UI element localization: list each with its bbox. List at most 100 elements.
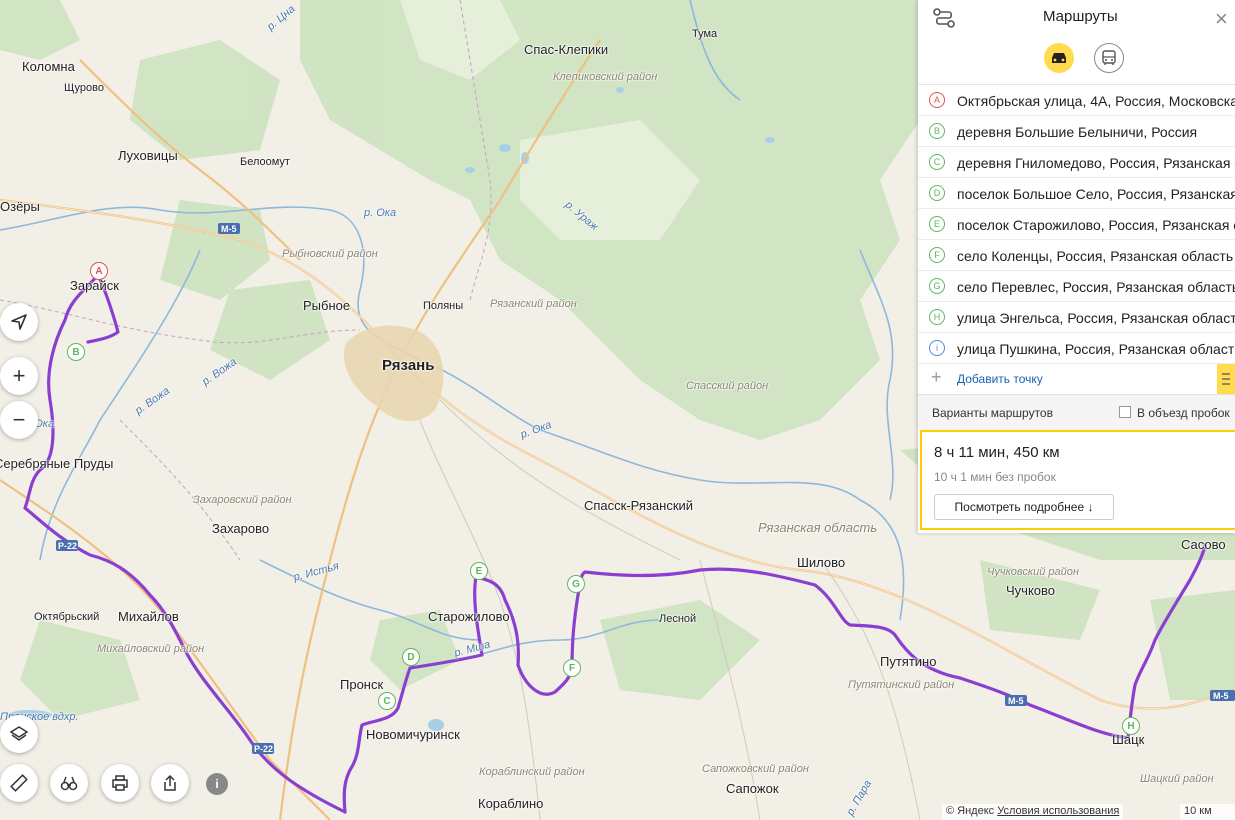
route-point-text[interactable]: улица Пушкина, Россия, Рязанская область [957, 341, 1235, 357]
waypoint-marker-d[interactable]: D [402, 648, 420, 666]
variants-label: Варианты маршрутов [932, 406, 1053, 420]
route-time-distance: 8 ч 11 мин, 450 км [934, 444, 1060, 461]
route-no-traffic-time: 10 ч 1 мин без пробок [934, 470, 1056, 484]
waypoint-marker-h[interactable]: H [1122, 717, 1140, 735]
route-point-h[interactable]: Hулица Энгельса, Россия, Рязанская облас… [918, 302, 1235, 333]
printer-icon [112, 775, 128, 791]
point-letter-c: C [929, 154, 945, 170]
route-points: A Октябрьская улица, 4А, Россия, Московск… [918, 84, 1235, 364]
panel-title: Маршруты [1043, 8, 1118, 25]
geolocation-button[interactable] [0, 303, 38, 341]
place-starozhilovo: Старожилово [428, 609, 510, 624]
point-letter-e: E [929, 216, 945, 232]
print-button[interactable] [101, 764, 139, 802]
navigation-arrow-icon [11, 314, 27, 330]
place-pronsk: Пронск [340, 677, 384, 692]
add-point-row[interactable]: + Добавить точку [918, 364, 1235, 394]
waypoint-marker-b[interactable]: B [67, 343, 85, 361]
place-serebryanye-prudy: Серебряные Пруды [0, 456, 114, 471]
waypoint-marker-e[interactable]: E [470, 562, 488, 580]
road-shield-m5-label: М-5 [1213, 691, 1229, 701]
route-point-f[interactable]: Fсело Коленцы, Россия, Рязанская область [918, 240, 1235, 271]
route-point-text[interactable]: деревня Гниломедово, Россия, Рязанская о… [957, 155, 1235, 171]
place-spassk: Спасск-Рязанский [584, 498, 694, 513]
car-mode-button[interactable] [1044, 43, 1074, 73]
route-point-a[interactable]: A Октябрьская улица, 4А, Россия, Московск… [918, 85, 1235, 116]
add-point-link[interactable]: Добавить точку [957, 372, 1043, 386]
reverse-route-button[interactable] [1217, 364, 1235, 394]
route-point-text[interactable]: поселок Большое Село, Россия, Рязанская … [957, 186, 1235, 202]
route-point-g[interactable]: Gсело Перевлес, Россия, Рязанская област… [918, 271, 1235, 302]
place-shchurovo: Щурово [64, 82, 105, 94]
point-letter-b: B [929, 123, 945, 139]
route-option-card[interactable]: 8 ч 11 мин, 450 км 10 ч 1 мин без пробок… [920, 430, 1235, 530]
place-ryazan: Рязань [382, 357, 435, 374]
waypoint-marker-f[interactable]: F [563, 659, 581, 677]
swap-icon [1222, 373, 1230, 385]
scale-bar: 10 км [1180, 804, 1235, 820]
layers-button[interactable] [0, 715, 38, 753]
binoculars-icon [60, 776, 78, 791]
place-chuchkovo: Чучково [1006, 583, 1055, 598]
place-ozery: Озёры [0, 199, 40, 214]
route-point-c[interactable]: Cдеревня Гниломедово, Россия, Рязанская … [918, 147, 1235, 178]
place-sapozhok: Сапожок [726, 781, 779, 796]
route-point-text[interactable]: Октябрьская улица, 4А, Россия, Московска… [957, 93, 1235, 109]
route-point-text[interactable]: поселок Старожилово, Россия, Рязанская о… [957, 217, 1235, 233]
route-point-i[interactable]: i улица Пушкина, Россия, Рязанская област… [918, 333, 1235, 364]
route-point-text[interactable]: улица Энгельса, Россия, Рязанская област… [957, 310, 1235, 326]
panel-header: Маршруты × [918, 0, 1235, 36]
route-point-text[interactable]: село Перевлес, Россия, Рязанская область [957, 279, 1235, 295]
car-icon [1052, 53, 1066, 63]
road-shield-r22-label: Р-22 [58, 541, 77, 551]
waypoint-marker-c[interactable]: C [378, 692, 396, 710]
route-point-text[interactable]: деревня Большие Белыничи, Россия [957, 124, 1197, 140]
waypoint-marker-g[interactable]: G [567, 575, 585, 593]
avoid-traffic-checkbox[interactable] [1119, 406, 1131, 418]
place-zakharovo: Захарово [212, 521, 270, 536]
routes-panel: Маршруты × A Октябрьская улица, 4А, Росси… [918, 0, 1235, 533]
zoom-out-button[interactable]: − [0, 401, 38, 439]
district-ryazansky: Рязанский район [490, 298, 577, 310]
avoid-traffic-label[interactable]: В объезд пробок [1137, 406, 1230, 420]
transit-mode-button[interactable] [1094, 43, 1124, 73]
district-putyatinsky: Путятинский район [848, 679, 955, 691]
transport-modes [918, 36, 1235, 84]
route-variants-bar: Варианты маршрутов В объезд пробок [918, 394, 1235, 430]
close-icon[interactable]: × [1215, 6, 1235, 32]
district-mikhaylovsky: Михайловский район [97, 643, 205, 655]
waypoint-marker-a[interactable]: A [90, 262, 108, 280]
place-lesnoy: Лесной [659, 613, 697, 625]
place-zaraysk: Зарайск [70, 278, 119, 293]
place-mikhaylov: Михайлов [118, 609, 179, 624]
district-sapozhkovsky: Сапожковский район [702, 763, 809, 775]
route-details-button[interactable]: Посмотреть подробнее ↓ [934, 494, 1114, 520]
info-button[interactable]: i [206, 773, 228, 795]
share-button[interactable] [151, 764, 189, 802]
ruler-button[interactable] [0, 764, 38, 802]
point-letter-i: i [929, 340, 945, 356]
river-oka: р. Ока [364, 207, 397, 219]
road-shield-m5-label: М-5 [1008, 696, 1024, 706]
bus-icon [1102, 50, 1116, 65]
route-point-text[interactable]: село Коленцы, Россия, Рязанская область [957, 248, 1233, 264]
road-shield-r22-label: Р-22 [254, 744, 273, 754]
place-tuma: Тума [692, 28, 718, 40]
place-polyany: Поляны [423, 300, 464, 312]
route-point-d[interactable]: Dпоселок Большое Село, Россия, Рязанская… [918, 178, 1235, 209]
panorama-button[interactable] [50, 764, 88, 802]
district-zakharovsky: Захаровский район [193, 494, 292, 506]
place-rybnoe: Рыбное [303, 298, 351, 313]
zoom-in-button[interactable]: + [0, 357, 38, 395]
layers-icon [9, 726, 29, 741]
place-oktyabrsky: Октябрьский [34, 611, 100, 623]
route-point-e[interactable]: Eпоселок Старожилово, Россия, Рязанская … [918, 209, 1235, 240]
point-letter-a: A [929, 92, 945, 108]
copyright-text: © Яндекс [946, 805, 995, 817]
place-spas-klepiki: Спас-Клепики [524, 42, 609, 57]
place-shilovo: Шилово [797, 555, 846, 570]
terms-link[interactable]: Условия использования [997, 805, 1119, 817]
district-chuchkovsky: Чучковский район [987, 566, 1079, 578]
place-novomichurinsk: Новомичуринск [366, 727, 460, 742]
route-point-b[interactable]: Bдеревня Большие Белыничи, Россия [918, 116, 1235, 147]
